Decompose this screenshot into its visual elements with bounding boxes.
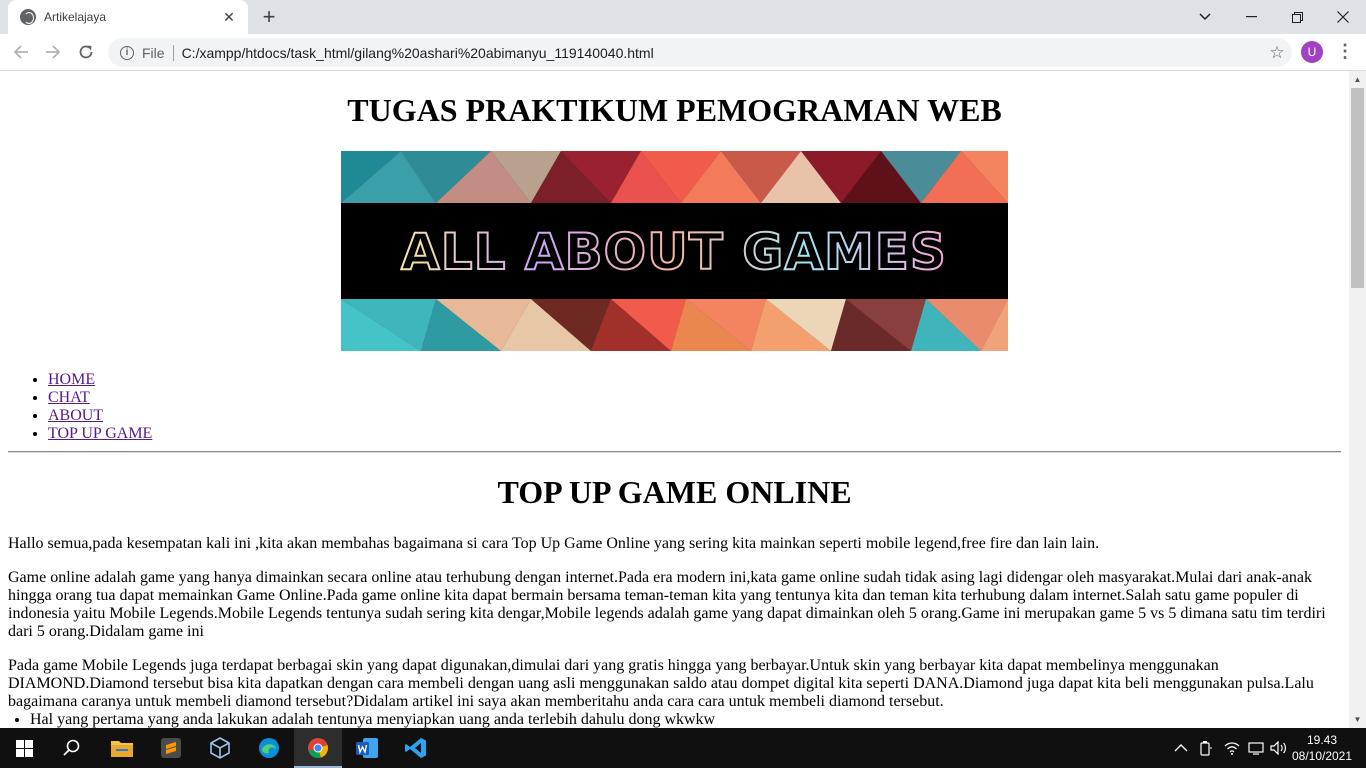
page-viewport: TUGAS PRAKTIKUM PEMOGRAMAN WEB ALL ABOUT… <box>0 71 1349 728</box>
close-window-icon[interactable] <box>1320 0 1366 34</box>
search-icon[interactable] <box>48 728 96 768</box>
step-item: Hal yang pertama yang anda lakukan adala… <box>30 711 1341 728</box>
scheme-label: File <box>142 44 165 61</box>
taskbar: 19.43 08/10/2021 <box>0 728 1366 768</box>
bookmark-star-icon[interactable]: ☆ <box>1262 43 1292 63</box>
browser-tab[interactable]: Artikelajaya ✕ <box>8 0 248 34</box>
network-icon[interactable] <box>1248 728 1264 768</box>
edge-icon[interactable] <box>245 728 293 768</box>
nav-list: HOME CHAT ABOUT TOP UP GAME <box>8 371 1341 443</box>
scrollbar-thumb[interactable] <box>1351 88 1364 288</box>
clock-date: 08/10/2021 <box>1291 749 1353 763</box>
address-bar[interactable]: i File C:/xampp/htdocs/task_html/gilang%… <box>108 38 1292 67</box>
steps-list: Hal yang pertama yang anda lakukan adala… <box>8 711 1341 728</box>
section-title: TOP UP GAME ONLINE <box>497 474 852 510</box>
omnibox-separator <box>172 44 174 61</box>
nav-link-chat[interactable]: CHAT <box>48 389 90 406</box>
page-content: TUGAS PRAKTIKUM PEMOGRAMAN WEB ALL ABOUT… <box>0 92 1349 728</box>
banner-image: ALL ABOUT GAMES <box>341 151 1008 351</box>
restore-icon[interactable] <box>1274 0 1320 34</box>
browser-toolbar: i File C:/xampp/htdocs/task_html/gilang%… <box>0 34 1366 71</box>
scroll-down-arrow-icon[interactable]: ▼ <box>1349 711 1366 728</box>
banner-triangles-top <box>341 151 1008 203</box>
tab-search-icon[interactable] <box>1182 0 1228 34</box>
nav-item-about: ABOUT <box>48 407 1341 425</box>
url-text[interactable]: C:/xampp/htdocs/task_html/gilang%20ashar… <box>182 45 1262 61</box>
paragraph-mobile-legends: Pada game Mobile Legends juga terdapat b… <box>8 657 1314 710</box>
wifi-icon[interactable] <box>1224 728 1240 768</box>
info-icon[interactable]: i <box>120 45 134 60</box>
nav-link-top-up-game[interactable]: TOP UP GAME <box>48 425 152 442</box>
profile-avatar[interactable]: U <box>1301 41 1323 63</box>
clock-time: 19.43 <box>1306 733 1338 747</box>
volume-icon[interactable] <box>1270 728 1288 768</box>
banner-logo-text: ALL ABOUT GAMES <box>401 223 947 281</box>
nav-link-home[interactable]: HOME <box>48 371 95 388</box>
globe-icon <box>20 9 36 25</box>
paragraph-intro: Hallo semua,pada kesempatan kali ini ,ki… <box>8 535 1100 552</box>
nav-link-about[interactable]: ABOUT <box>48 407 103 424</box>
nav-item-top-up-game: TOP UP GAME <box>48 425 1341 443</box>
virtualbox-icon[interactable] <box>196 728 244 768</box>
minimize-icon[interactable] <box>1228 0 1274 34</box>
battery-icon[interactable] <box>1199 728 1213 768</box>
back-arrow-icon[interactable] <box>7 38 35 66</box>
taskbar-clock[interactable]: 19.43 08/10/2021 <box>1290 732 1354 764</box>
paragraph-game-online: Game online adalah game yang hanya dimai… <box>8 569 1326 640</box>
banner-triangles-bottom <box>341 299 1008 351</box>
more-menu-icon[interactable]: ⋮ <box>1334 40 1356 64</box>
tray-chevron-icon[interactable] <box>1174 728 1188 768</box>
close-tab-icon[interactable]: ✕ <box>220 8 238 26</box>
vscode-icon[interactable] <box>392 728 440 768</box>
forward-arrow-icon[interactable] <box>39 38 67 66</box>
chrome-icon[interactable] <box>294 728 342 768</box>
divider <box>8 451 1341 453</box>
file-explorer-icon[interactable] <box>98 728 146 768</box>
sublime-text-icon[interactable] <box>147 728 195 768</box>
page-title: TUGAS PRAKTIKUM PEMOGRAMAN WEB <box>347 92 1002 128</box>
word-icon[interactable] <box>343 728 391 768</box>
tab-title: Artikelajaya <box>44 10 107 24</box>
nav-item-home: HOME <box>48 371 1341 389</box>
new-tab-button[interactable]: + <box>256 5 282 31</box>
windows-start-icon[interactable] <box>0 728 48 768</box>
nav-item-chat: CHAT <box>48 389 1341 407</box>
scroll-up-arrow-icon[interactable]: ▲ <box>1349 71 1366 88</box>
tab-strip: Artikelajaya ✕ + <box>0 0 1366 34</box>
reload-icon[interactable] <box>72 38 100 66</box>
vertical-scrollbar[interactable]: ▲ ▼ <box>1349 71 1366 728</box>
